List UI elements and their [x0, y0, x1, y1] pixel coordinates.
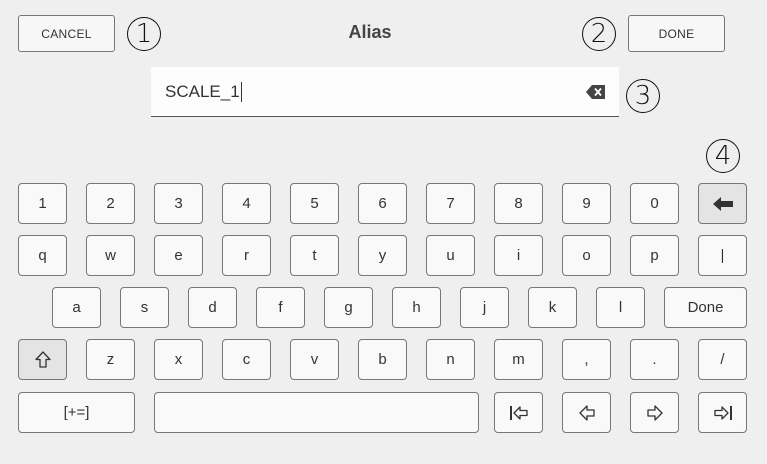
key[interactable]: t [290, 235, 339, 276]
key[interactable]: h [392, 287, 441, 328]
key[interactable]: 0 [630, 183, 679, 224]
key[interactable]: z [86, 339, 135, 380]
callout-1: 1 [127, 17, 161, 51]
key[interactable]: c [222, 339, 271, 380]
key[interactable]: o [562, 235, 611, 276]
key[interactable]: v [290, 339, 339, 380]
cursor-end-key[interactable] [698, 392, 747, 433]
key[interactable]: 8 [494, 183, 543, 224]
key[interactable]: 1 [18, 183, 67, 224]
alias-input[interactable]: SCALE_1 [151, 67, 619, 117]
cursor-home-icon [509, 405, 528, 420]
key[interactable]: 9 [562, 183, 611, 224]
callout-2: 2 [582, 17, 616, 51]
cursor-end-icon [713, 405, 732, 420]
key[interactable]: 4 [222, 183, 271, 224]
key[interactable]: 2 [86, 183, 135, 224]
callout-4: 4 [706, 139, 740, 173]
key[interactable]: j [460, 287, 509, 328]
key[interactable]: 7 [426, 183, 475, 224]
text-caret [240, 81, 242, 102]
key[interactable]: f [256, 287, 305, 328]
key[interactable]: e [154, 235, 203, 276]
alias-input-value: SCALE_1 [165, 81, 240, 101]
key[interactable]: q [18, 235, 67, 276]
key[interactable]: , [562, 339, 611, 380]
done-button[interactable]: DONE [628, 15, 725, 52]
key[interactable]: / [698, 339, 747, 380]
key[interactable]: u [426, 235, 475, 276]
key[interactable]: | [698, 235, 747, 276]
cancel-button[interactable]: CANCEL [18, 15, 115, 52]
cursor-right-icon [646, 404, 663, 421]
key[interactable]: s [120, 287, 169, 328]
shift-key[interactable] [18, 339, 67, 380]
key[interactable]: 6 [358, 183, 407, 224]
cursor-right-key[interactable] [630, 392, 679, 433]
key[interactable]: y [358, 235, 407, 276]
key[interactable]: m [494, 339, 543, 380]
callout-3: 3 [626, 79, 660, 113]
key[interactable]: x [154, 339, 203, 380]
key[interactable]: l [596, 287, 645, 328]
cursor-home-key[interactable] [494, 392, 543, 433]
backspace-key[interactable] [698, 183, 747, 224]
key[interactable]: k [528, 287, 577, 328]
key[interactable]: r [222, 235, 271, 276]
clear-text-icon[interactable] [584, 81, 606, 103]
page-title: Alias [348, 22, 392, 42]
key[interactable]: w [86, 235, 135, 276]
key[interactable]: n [426, 339, 475, 380]
key[interactable]: a [52, 287, 101, 328]
key[interactable]: . [630, 339, 679, 380]
cursor-left-icon [578, 404, 595, 421]
cursor-left-key[interactable] [562, 392, 611, 433]
key[interactable]: i [494, 235, 543, 276]
backspace-arrow-icon [712, 196, 733, 211]
key[interactable]: 3 [154, 183, 203, 224]
key[interactable]: p [630, 235, 679, 276]
key[interactable]: b [358, 339, 407, 380]
space-key[interactable] [154, 392, 479, 433]
shift-up-arrow-icon [34, 351, 51, 368]
key[interactable]: g [324, 287, 373, 328]
key[interactable]: d [188, 287, 237, 328]
keyboard-done-key[interactable]: Done [664, 287, 747, 328]
symbols-key[interactable]: [+=] [18, 392, 135, 433]
key[interactable]: 5 [290, 183, 339, 224]
